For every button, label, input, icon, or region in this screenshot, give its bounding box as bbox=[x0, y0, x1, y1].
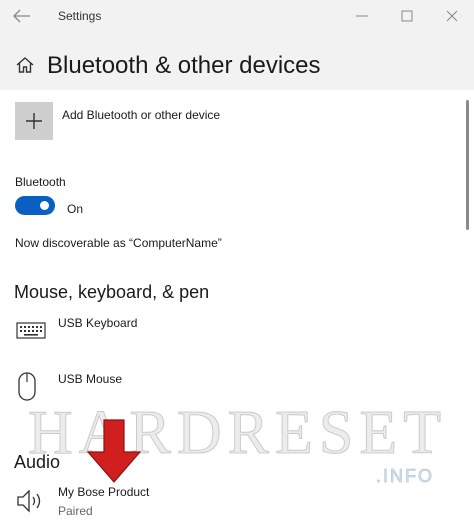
home-icon[interactable] bbox=[14, 54, 36, 76]
page-header: Bluetooth & other devices bbox=[0, 32, 474, 90]
keyboard-icon bbox=[16, 321, 46, 346]
audio-section-title: Audio bbox=[14, 452, 61, 472]
maximize-icon[interactable] bbox=[397, 6, 417, 26]
watermark-sub: .INFO bbox=[376, 466, 434, 487]
minimize-icon[interactable] bbox=[352, 6, 372, 26]
add-device-button[interactable] bbox=[15, 102, 53, 140]
content-area: Add Bluetooth or other device Bluetooth … bbox=[0, 90, 474, 526]
device-usb-mouse[interactable]: USB Mouse bbox=[58, 372, 122, 386]
discoverable-text: Now discoverable as “ComputerName” bbox=[15, 236, 222, 250]
red-arrow-icon bbox=[86, 419, 142, 483]
device-bose[interactable]: My Bose Product bbox=[58, 485, 149, 499]
add-device-label[interactable]: Add Bluetooth or other device bbox=[62, 108, 220, 122]
bluetooth-label: Bluetooth bbox=[15, 175, 66, 189]
speaker-icon bbox=[16, 488, 46, 519]
page-title: Bluetooth & other devices bbox=[47, 52, 321, 79]
device-usb-keyboard[interactable]: USB Keyboard bbox=[58, 316, 137, 330]
scrollbar[interactable] bbox=[466, 100, 469, 230]
title-bar: Settings bbox=[0, 0, 474, 32]
window-title: Settings bbox=[58, 9, 102, 23]
toggle-knob bbox=[40, 201, 49, 210]
plus-icon bbox=[26, 113, 42, 129]
bluetooth-state: On bbox=[67, 202, 84, 216]
mouse-section-title: Mouse, keyboard, & pen bbox=[14, 282, 210, 302]
device-bose-status: Paired bbox=[58, 504, 93, 518]
mouse-icon bbox=[16, 371, 38, 408]
back-arrow-icon[interactable] bbox=[10, 6, 34, 26]
close-icon[interactable] bbox=[442, 6, 462, 26]
bluetooth-toggle[interactable] bbox=[15, 196, 55, 215]
